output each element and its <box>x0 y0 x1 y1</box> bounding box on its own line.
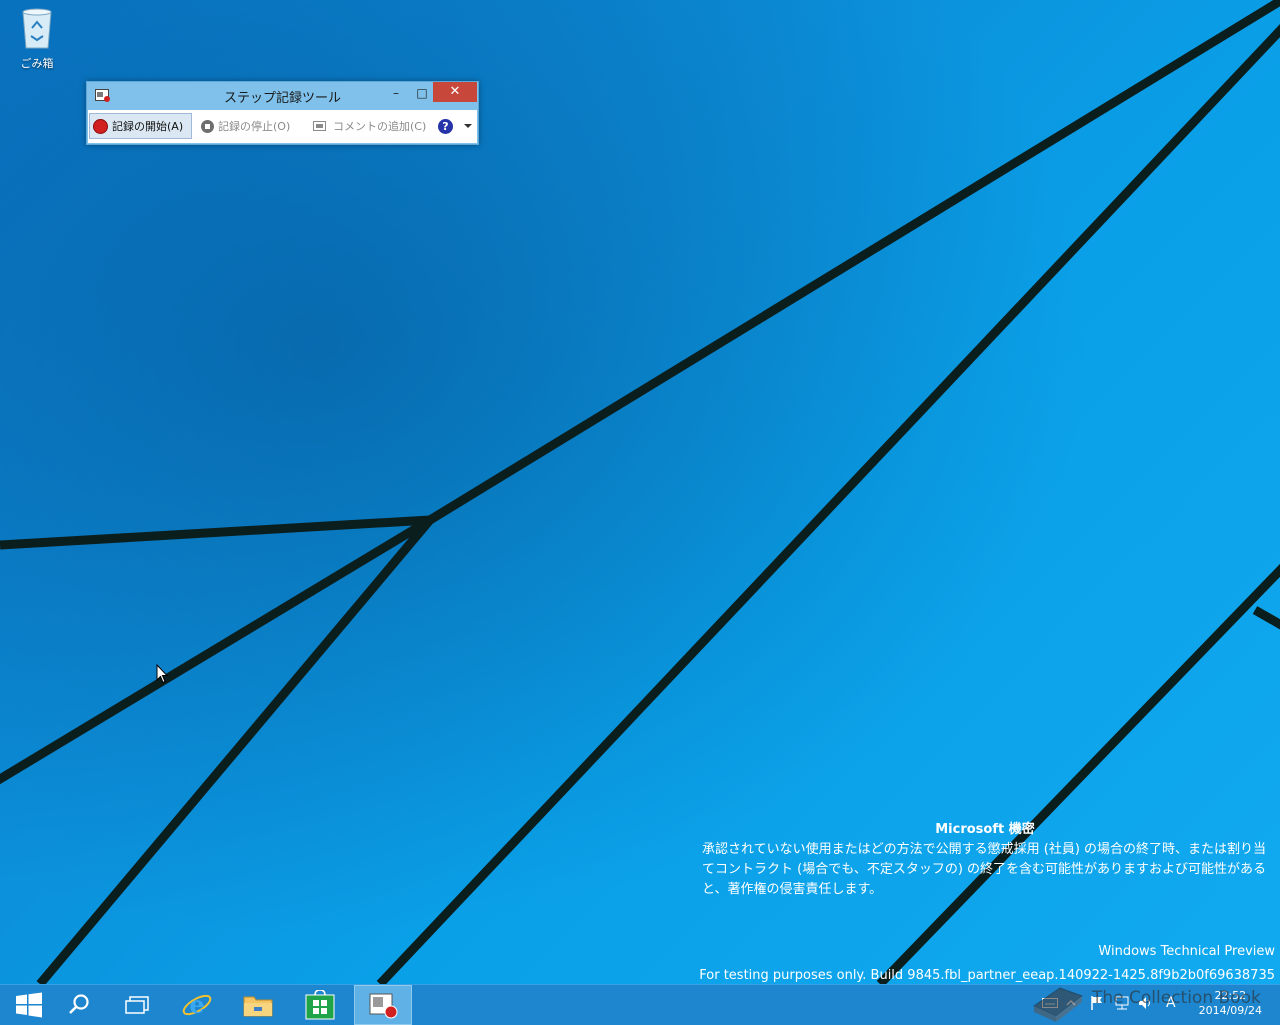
notice-title: Microsoft 機密 <box>935 822 1035 837</box>
steps-recorder-icon <box>369 993 398 1019</box>
folder-icon <box>243 996 273 1017</box>
window-titlebar[interactable]: ステップ記録ツール – □ ✕ <box>87 82 478 110</box>
stop-icon <box>201 119 214 133</box>
task-view-button[interactable] <box>108 985 166 1025</box>
start-record-label: 記録の開始(A) <box>112 120 184 133</box>
logo-text: The Collection Book <box>1092 988 1261 1008</box>
steps-recorder-taskbar-button[interactable] <box>354 985 412 1025</box>
stop-record-label: 記録の停止(O) <box>218 120 291 133</box>
recycle-bin-label: ごみ箱 <box>20 57 54 70</box>
edition-label: Windows Technical Preview <box>1098 944 1275 959</box>
recycle-bin[interactable]: ごみ箱 <box>12 6 62 71</box>
stop-record-button[interactable]: 記録の停止(O) <box>201 113 290 139</box>
file-explorer-button[interactable] <box>229 985 287 1025</box>
search-button[interactable] <box>50 985 108 1025</box>
comment-icon <box>313 121 326 131</box>
search-icon <box>69 994 89 1014</box>
store-icon <box>305 990 335 1020</box>
confidential-notice: Microsoft 機密 承認されていない使用またはどの方法で公開する懲戒採用 … <box>702 820 1268 900</box>
record-icon <box>93 118 108 134</box>
book-logo-icon <box>1032 987 1084 1022</box>
chevron-down-icon <box>464 124 472 128</box>
help-icon: ? <box>438 118 453 134</box>
desktop: ごみ箱 ステップ記録ツール – □ ✕ 記録の開始(A) 記録の停止(O) コメ… <box>0 0 1280 984</box>
internet-explorer-button[interactable]: e <box>168 985 226 1025</box>
store-button[interactable] <box>291 985 349 1025</box>
svg-text:e: e <box>189 990 204 1019</box>
recorder-toolbar: 記録の開始(A) 記録の停止(O) コメントの追加(C) ? <box>88 110 477 143</box>
close-button[interactable]: ✕ <box>433 82 477 102</box>
help-button[interactable]: ? <box>438 113 453 139</box>
windows-logo-icon <box>16 992 42 1018</box>
mouse-cursor-icon <box>156 664 168 684</box>
recycle-bin-icon <box>22 8 52 49</box>
collection-book-logo: The Collection Book <box>1030 968 1270 1022</box>
ie-icon: e <box>182 990 212 1019</box>
minimize-button[interactable]: – <box>383 84 409 104</box>
start-record-button[interactable]: 記録の開始(A) <box>89 113 192 139</box>
steps-recorder-window: ステップ記録ツール – □ ✕ 記録の開始(A) 記録の停止(O) コメントの追… <box>86 81 479 145</box>
maximize-button[interactable]: □ <box>409 84 435 104</box>
task-view-icon <box>125 996 149 1014</box>
notice-body: 承認されていない使用またはどの方法で公開する懲戒採用 (社員) の場合の終了時、… <box>702 842 1267 897</box>
add-comment-label: コメントの追加(C) <box>333 120 427 133</box>
more-options-button[interactable] <box>463 113 473 139</box>
add-comment-button[interactable]: コメントの追加(C) <box>313 113 426 139</box>
